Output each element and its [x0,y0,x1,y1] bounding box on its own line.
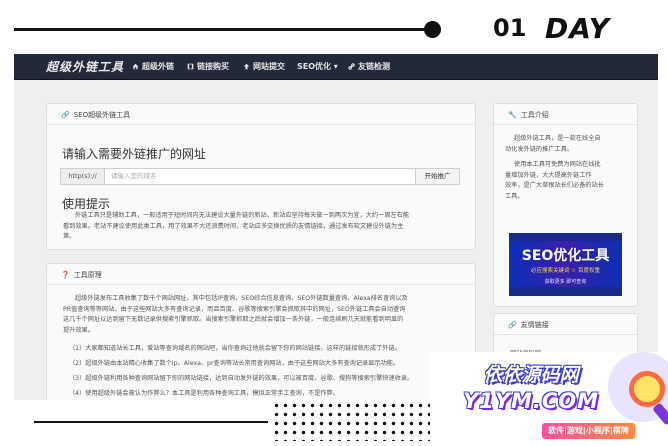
wrench-icon: 🔧 [508,111,517,119]
nav-item-link-check[interactable]: 友链检测 [348,61,390,72]
principle-text: 超级外链发布工具收集了数千个网站网址，其中包括IP查询、SEO综合信息查询、SE… [63,295,408,334]
magnifier-icon [629,371,665,407]
question-icon: ❓ [61,271,70,279]
watermark-chinese: 依依源码网 [483,364,579,386]
link-icon: 🔗 [508,321,517,329]
website-screenshot: 超级外链工具 超级外链 链接购买 网站提交 SEO优化 ▾ 友链检测 🔗 SEO超… [14,54,658,400]
ad-footer: 获取更多 即可查询 [544,279,587,285]
intro-text-2: 使用本工具可免费为网站在线批 量增加外链，大大提高外链工作 效率，是广大草根站长… [505,161,604,200]
list-item: （1）大家都知道站长工具，爱站等查询域名的网站吧，当你查询过他就会留下你的网站链… [69,345,401,352]
day-label: DAY [545,12,610,45]
ad-title: SEO优化工具 [521,248,610,264]
tool-intro-panel: 🔧 工具介绍 超级外链工具，是一款在线全自 动化发外链的推广工具。 使用本工具可免… [493,103,638,307]
header-rule [14,28,426,31]
panel-header: 🔧 工具介绍 [494,104,637,125]
upload-icon [243,63,250,70]
main-tool-panel: 🔗 SEO超级外链工具 请输入需要外链推广的网址 http(s):// 请输入您的… [46,103,476,250]
start-promotion-button[interactable]: 开始推广 [415,169,459,184]
footer-rule [34,421,268,423]
panel-header: 🔗 友情链接 [494,314,637,335]
tips-text: 外链工具只是辅助工具，一般适用于短时间内无法建设大量外链的新站，新站应坚持每天做… [63,212,410,240]
url-input-group: http(s):// 请输入您的域名 开始推广 [60,168,460,185]
domain-input[interactable]: 请输入您的域名 [111,169,411,184]
header-dot [424,21,441,38]
nav-item-seo-dropdown[interactable]: SEO优化 ▾ [297,61,338,72]
watermark-domain: Y1YM.COM [462,389,600,413]
list-item: （3）超级外链利用各种查询网站留下你的网站链接，达到自动发外链的效果，可以被百度… [69,375,414,382]
link-icon [348,63,355,70]
watermark-badge: 依依源码网 Y1YM.COM 软件|游戏|小程序|棋牌 [430,352,668,446]
page-title: 请输入需要外链推广的网址 [62,147,207,161]
home-icon [132,63,139,70]
nav-item-super-links[interactable]: 超级外链 [132,61,174,72]
nav-item-buy-links[interactable]: 链接购买 [187,61,229,72]
nav-item-submit-site[interactable]: 网站提交 [243,61,285,72]
tool-principle-panel: ❓ 工具原理 超级外链发布工具收集了数千个网站网址，其中包括IP查询、SEO综合信… [46,263,476,400]
protocol-addon: http(s):// [61,169,105,184]
ad-subtitle: 必应搜索关键词 ☆ 百度权重 [531,268,600,274]
link-icon: 🔗 [61,111,70,119]
film-icon [187,63,194,70]
watermark-tag: 软件|游戏|小程序|棋牌 [542,423,635,439]
day-number: 01 [493,14,527,42]
panel-header: 🔗 SEO超级外链工具 [47,104,475,125]
list-item: （4）使用超级外链会被认为作弊么？本工具是利用各种查询工具，模拟正常手工查询，不… [69,390,339,397]
seo-tool-ad-banner[interactable]: SEO优化工具 必应搜索关键词 ☆ 百度权重 获取更多 即可查询 [509,233,622,296]
intro-text-1: 超级外链工具，是一款在线全自 动化发外链的推广工具。 [505,135,601,153]
navbar: 超级外链工具 超级外链 链接购买 网站提交 SEO优化 ▾ 友链检测 [14,54,658,80]
panel-header: ❓ 工具原理 [47,264,475,285]
page: 01 DAY 超级外链工具 超级外链 链接购买 网站提交 SEO优化 ▾ 友链检… [0,0,668,446]
brand-logo[interactable]: 超级外链工具 [46,58,124,75]
tips-title: 使用提示 [62,197,111,211]
list-item: （2）超级外链由本站精心收集了数个ip、Alexa、pr查询等站长常用查询网站，… [69,360,400,367]
